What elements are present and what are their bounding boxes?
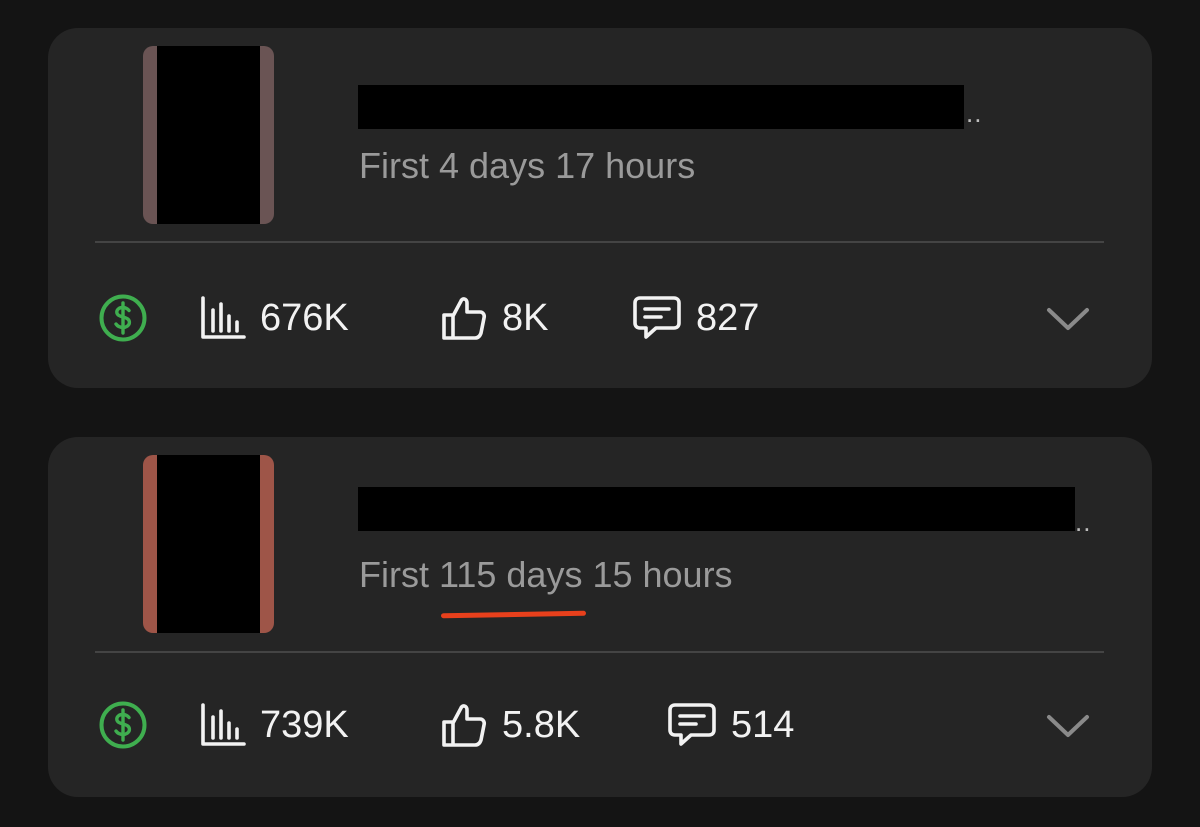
redacted-thumbnail-image (157, 455, 260, 633)
views-stat: 676K (200, 288, 349, 348)
age-prefix: First (359, 145, 429, 186)
thumbs-up-icon (442, 704, 487, 747)
title-ellipsis: .. (1075, 507, 1092, 537)
red-underline-annotation (440, 610, 587, 619)
age-days-highlighted: 115 days (439, 554, 587, 619)
post-thumbnail[interactable] (143, 46, 274, 224)
views-bar-chart-icon (201, 296, 246, 339)
comments-stat[interactable]: 514 (667, 695, 794, 755)
post-card[interactable]: .. First 4 days 17 hours 676K 8K 827 (48, 28, 1152, 388)
likes-count: 5.8K (502, 703, 581, 746)
stats-row: 739K 5.8K 514 (48, 695, 1152, 755)
comment-icon (668, 703, 716, 746)
age-days: 115 days (439, 554, 583, 595)
age-hours: 17 hours (555, 145, 696, 186)
monetization-status[interactable] (98, 695, 148, 755)
chevron-down-icon[interactable] (1045, 705, 1091, 745)
comment-icon (633, 296, 681, 339)
likes-stat[interactable]: 8K (440, 288, 548, 348)
monetization-status[interactable] (98, 288, 148, 348)
redacted-thumbnail-image (157, 46, 260, 224)
post-thumbnail[interactable] (143, 455, 274, 633)
stats-row: 676K 8K 827 (48, 288, 1152, 348)
comments-stat[interactable]: 827 (632, 288, 759, 348)
divider (95, 651, 1104, 653)
comments-count: 514 (731, 703, 795, 746)
post-card[interactable]: .. First 115 days 15 hours 739K 5.8K 514 (48, 437, 1152, 797)
chevron-down-icon[interactable] (1045, 298, 1091, 338)
redacted-post-title (358, 85, 964, 129)
likes-count: 8K (502, 296, 549, 339)
thumbs-up-icon (442, 297, 487, 340)
monetization-dollar-icon (99, 294, 147, 342)
title-ellipsis: .. (966, 98, 983, 128)
age-hours: 15 hours (592, 554, 733, 595)
age-prefix: First (359, 554, 429, 595)
views-bar-chart-icon (201, 703, 246, 746)
views-count: 739K (260, 703, 349, 746)
views-count: 676K (260, 296, 349, 339)
post-age-text: First 115 days 15 hours (359, 554, 733, 619)
comments-count: 827 (696, 296, 760, 339)
likes-stat[interactable]: 5.8K (440, 695, 580, 755)
redacted-post-title (358, 487, 1075, 531)
post-age-text: First 4 days 17 hours (359, 145, 695, 187)
age-days: 4 days (439, 145, 546, 186)
views-stat: 739K (200, 695, 349, 755)
monetization-dollar-icon (99, 701, 147, 749)
divider (95, 241, 1104, 243)
